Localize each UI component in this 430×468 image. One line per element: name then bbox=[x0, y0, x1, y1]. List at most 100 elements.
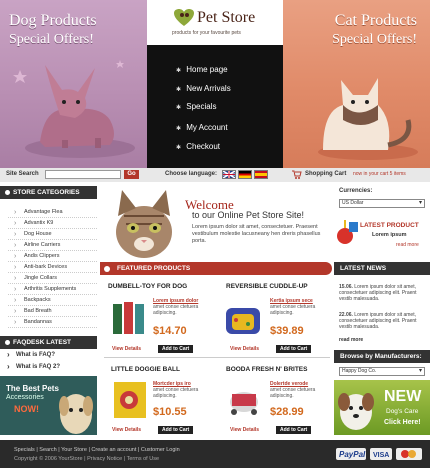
paw-icon: ✱ bbox=[176, 87, 182, 93]
latest-product-title: LATEST PRODUCT bbox=[360, 222, 419, 229]
add-to-cart-button[interactable]: Add to Cart bbox=[158, 426, 194, 434]
faq-header: FAQDESK LATEST bbox=[0, 336, 97, 349]
nav-home[interactable]: ✱ Home page bbox=[176, 64, 228, 76]
news-read-more-link[interactable]: read more bbox=[339, 337, 363, 343]
nav-my-account[interactable]: ✱ My Account bbox=[176, 122, 228, 134]
footer-link[interactable]: Customer Login bbox=[141, 447, 180, 453]
view-details-link[interactable]: View Details bbox=[112, 346, 141, 352]
product-description: Dolertde verode amet conse ctetuera adipi… bbox=[270, 381, 330, 399]
nav-new-arrivals[interactable]: ✱ New Arrivals bbox=[176, 83, 231, 95]
dog-title: Dog Products bbox=[9, 12, 97, 29]
product-title[interactable]: DUMBELL-TOY FOR DOG bbox=[108, 283, 187, 290]
category-item[interactable]: Advantage Flea bbox=[8, 207, 97, 218]
dog-products-banner[interactable]: Dog Products Special Offers! bbox=[0, 0, 147, 168]
store-categories-header: STORE CATEGORIES bbox=[0, 186, 97, 199]
nav-label: My Account bbox=[186, 123, 228, 132]
nav-label: Home page bbox=[186, 65, 228, 74]
language-label: Choose language: bbox=[165, 171, 218, 177]
divider bbox=[104, 357, 330, 358]
logo-text: Pet Store bbox=[197, 9, 256, 26]
footer-link[interactable]: Specials bbox=[14, 447, 35, 453]
manufacturers-header: Browse by Manufacturers: bbox=[334, 350, 430, 363]
dogs-care-banner[interactable]: NEW Dog's Care Click Here! bbox=[334, 380, 430, 435]
welcome-text: Lorem ipsum dolor sit amet, consectetuer… bbox=[192, 224, 321, 244]
new-banner-line1: NEW bbox=[384, 388, 422, 405]
cart-count: now in your cart 5 items bbox=[353, 171, 406, 177]
flag-german-icon[interactable] bbox=[238, 170, 252, 179]
flag-spanish-icon[interactable] bbox=[254, 170, 268, 179]
pets-banner-line3: NOW! bbox=[14, 404, 39, 414]
category-item[interactable]: Backpacks bbox=[8, 295, 97, 306]
category-item[interactable]: Airline Carriers bbox=[8, 240, 97, 251]
view-details-link[interactable]: View Details bbox=[112, 427, 141, 433]
search-go-button[interactable]: Go bbox=[124, 170, 139, 179]
product-title[interactable]: LITTLE DOGGIE BALL bbox=[111, 366, 180, 373]
product-title[interactable]: REVERSIBLE CUDDLE-UP bbox=[226, 283, 308, 290]
faq-item[interactable]: What is FAQ 2? bbox=[0, 361, 97, 373]
nav-specials[interactable]: ✱ Specials bbox=[176, 101, 216, 113]
paw-icon: ✱ bbox=[176, 68, 182, 74]
cart-icon[interactable] bbox=[292, 170, 302, 179]
cat-products-banner[interactable]: Cat Products Special Offers! bbox=[283, 0, 430, 168]
latest-product-link[interactable]: read more bbox=[396, 242, 419, 248]
latest-product-name[interactable]: Lorem ipsum bbox=[372, 232, 407, 238]
footer-copyright-row: Copyright © 2006 YourStore | Privacy Not… bbox=[14, 456, 160, 462]
category-item[interactable]: Advantix K9 bbox=[8, 218, 97, 229]
flag-english-icon[interactable] bbox=[222, 170, 236, 179]
featured-products-header: FEATURED PRODUCTS bbox=[100, 262, 332, 275]
faq-item[interactable]: What is FAQ? bbox=[0, 349, 97, 361]
gift-product-image bbox=[337, 220, 358, 244]
category-item[interactable]: Anti-bark Devices bbox=[8, 262, 97, 273]
footer-link[interactable]: Terms of Use bbox=[127, 456, 159, 462]
nav-label: Checkout bbox=[186, 142, 221, 151]
nav-label: New Arrivals bbox=[186, 84, 231, 93]
news-item[interactable]: 15.06. Lorem ipsum dolor sit amet, conse… bbox=[339, 284, 427, 302]
view-details-link[interactable]: View Details bbox=[230, 427, 259, 433]
category-item[interactable]: Jingle Collars bbox=[8, 273, 97, 284]
nav-label: Specials bbox=[186, 102, 217, 111]
product-description: Lorem ipsum dolor amet conse ctetuera adi… bbox=[153, 298, 211, 316]
product-desc-text: amet conse ctetuera adipiscing. bbox=[270, 387, 316, 399]
kitten-image bbox=[102, 186, 186, 260]
add-to-cart-button[interactable]: Add to Cart bbox=[276, 345, 312, 353]
footer-link[interactable]: Privacy Notice bbox=[87, 456, 122, 462]
product-description: Mortcder ips iro amet conse ctetuera adip… bbox=[153, 381, 211, 399]
nav-checkout[interactable]: ✱ Checkout bbox=[176, 141, 220, 153]
best-pets-banner[interactable]: The Best Pets Accessories NOW! bbox=[0, 376, 97, 435]
add-to-cart-button[interactable]: Add to Cart bbox=[158, 345, 194, 353]
product-desc-text: amet conse ctetuera adipiscing. bbox=[153, 387, 199, 399]
category-item[interactable]: Bandannas bbox=[8, 317, 97, 328]
category-item[interactable]: Andis Clippers bbox=[8, 251, 97, 262]
view-details-link[interactable]: View Details bbox=[230, 346, 259, 352]
product-title[interactable]: BOODA FRESH N' BRITES bbox=[226, 366, 307, 373]
category-item[interactable]: Arthritis Supplements bbox=[8, 284, 97, 295]
paw-icon: ✱ bbox=[176, 145, 182, 151]
pets-banner-line1: The Best Pets bbox=[6, 384, 59, 393]
footer-link[interactable]: Search bbox=[39, 447, 56, 453]
footer-link[interactable]: Create an account bbox=[91, 447, 136, 453]
dumbbell-toy-image bbox=[113, 302, 144, 334]
footer-link[interactable]: Your Store bbox=[61, 447, 87, 453]
news-item[interactable]: 22.06. Lorem ipsum dolor sit amet, conse… bbox=[339, 312, 427, 330]
dog-subtitle: Special Offers! bbox=[9, 32, 94, 47]
currency-select[interactable]: US Dollar bbox=[339, 199, 425, 208]
shopping-cart-link[interactable]: Shopping Cart bbox=[305, 171, 346, 177]
featured-title: FEATURED PRODUCTS bbox=[117, 265, 191, 272]
product-price: $10.55 bbox=[153, 406, 187, 418]
currencies-label: Currencies: bbox=[339, 188, 373, 194]
category-list: Advantage Flea Advantix K9 Dog House Air… bbox=[8, 207, 97, 328]
product-desc-text: amet conse ctetuera adipiscing. bbox=[153, 304, 199, 316]
faq-title: FAQDESK LATEST bbox=[13, 339, 72, 346]
category-item[interactable]: Bad Breath bbox=[8, 306, 97, 317]
bullet-icon bbox=[104, 266, 110, 272]
copyright: Copyright © 2006 YourStore bbox=[14, 456, 83, 462]
new-banner-line2: Dog's Care bbox=[386, 408, 419, 415]
latest-news-title: LATEST NEWS bbox=[340, 265, 387, 272]
manufacturer-select[interactable]: Happy Dog Co. bbox=[339, 367, 425, 376]
heart-logo-icon bbox=[174, 9, 194, 26]
search-input[interactable] bbox=[45, 170, 121, 179]
category-item[interactable]: Dog House bbox=[8, 229, 97, 240]
add-to-cart-button[interactable]: Add to Cart bbox=[276, 426, 312, 434]
dog-illustration bbox=[13, 60, 135, 158]
dog-photo bbox=[338, 393, 374, 430]
